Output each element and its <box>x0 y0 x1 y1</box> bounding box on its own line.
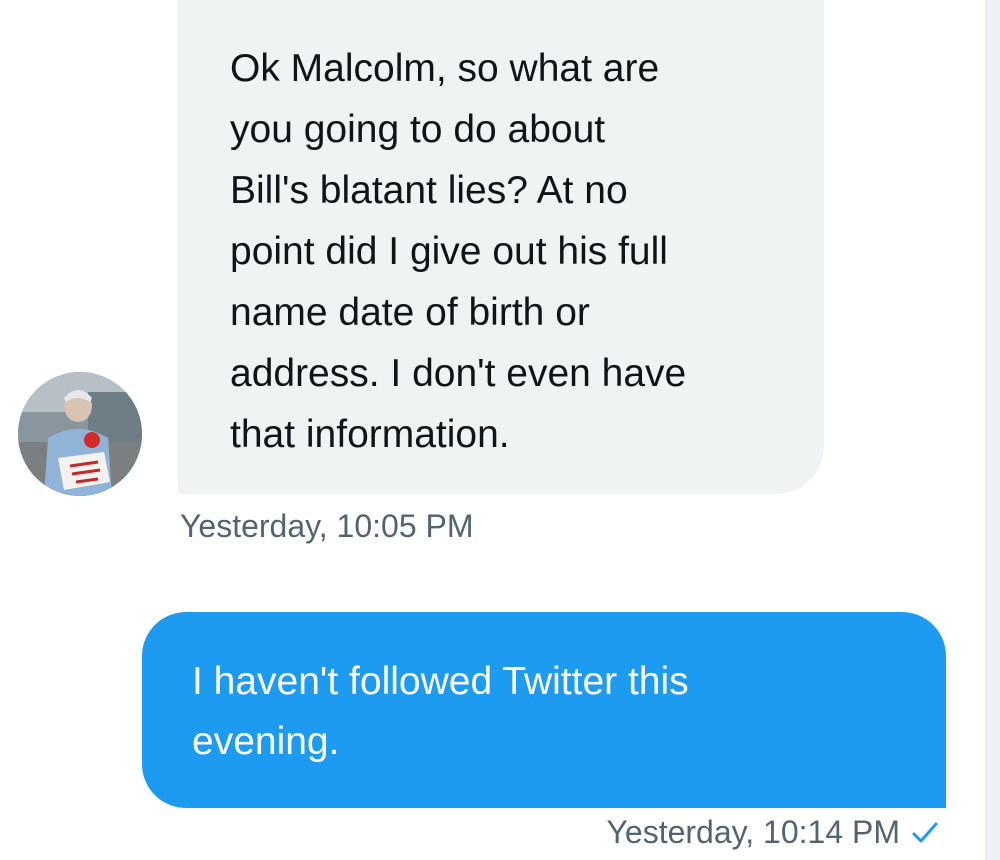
user-avatar-photo-icon <box>18 372 142 496</box>
incoming-message-bubble[interactable]: Ok Malcolm, so what are you going to do … <box>178 0 824 494</box>
message-line: I haven't followed Twitter this <box>192 660 689 703</box>
message-line: Bill's blatant lies? At no <box>230 169 628 212</box>
message-line: name date of birth or <box>230 291 590 334</box>
incoming-message-text: Ok Malcolm, so what are you going to do … <box>230 38 784 465</box>
checkmark-icon <box>910 818 940 848</box>
message-line: address. I don't even have <box>230 352 687 395</box>
sender-avatar[interactable] <box>18 372 142 496</box>
scrollbar-track[interactable] <box>985 0 1000 860</box>
message-line: evening. <box>192 720 340 763</box>
outgoing-message-text: I haven't followed Twitter this evening. <box>192 652 906 772</box>
message-line: you going to do about <box>230 108 606 151</box>
outgoing-message-bubble[interactable]: I haven't followed Twitter this evening. <box>142 612 946 808</box>
dm-conversation: Ok Malcolm, so what are you going to do … <box>0 0 1000 860</box>
incoming-timestamp: Yesterday, 10:05 PM <box>180 508 474 544</box>
outgoing-timestamp: Yesterday, 10:14 PM <box>606 814 900 850</box>
message-line: point did I give out his full <box>230 230 668 273</box>
message-line: that information. <box>230 413 510 456</box>
outgoing-timestamp-row: Yesterday, 10:14 PM <box>606 814 940 851</box>
message-line: Ok Malcolm, so what are <box>230 47 660 90</box>
